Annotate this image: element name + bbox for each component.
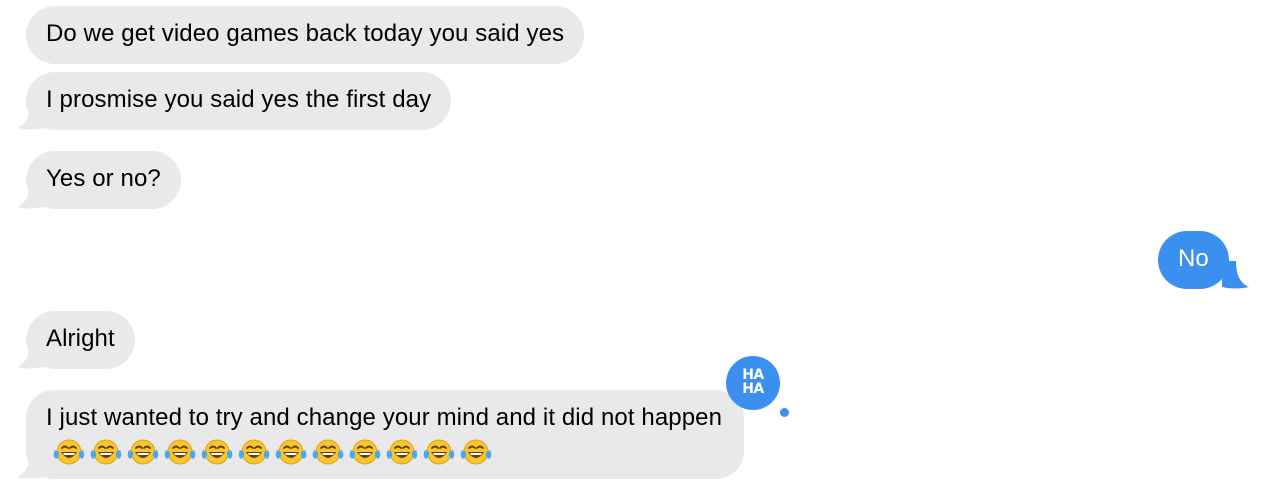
message-text: Yes or no? — [46, 165, 161, 192]
outgoing-message-bubble[interactable]: No — [1158, 231, 1229, 289]
tears-of-joy-emoji-icon — [311, 437, 345, 467]
tears-of-joy-emoji-icon — [200, 437, 234, 467]
tapback-dot — [780, 408, 789, 417]
emoji-row — [52, 437, 493, 467]
tears-of-joy-emoji-icon — [52, 437, 86, 467]
tears-of-joy-emoji-icon — [163, 437, 197, 467]
bubble-tail — [1222, 261, 1252, 289]
tears-of-joy-emoji-icon — [385, 437, 419, 467]
haha-icon[interactable]: HA HA — [726, 356, 780, 410]
message-text: Do we get video games back today you sai… — [46, 20, 565, 47]
incoming-message-bubble[interactable]: I prosmise you said yes the first day — [26, 72, 452, 130]
tears-of-joy-emoji-icon — [348, 437, 382, 467]
tears-of-joy-emoji-icon — [89, 437, 123, 467]
bubble-tail — [14, 341, 44, 369]
message-text: Alright — [46, 325, 115, 352]
message-thread: Do we get video games back today you sai… — [0, 0, 1264, 494]
tears-of-joy-emoji-icon — [422, 437, 456, 467]
message-text: No — [1178, 245, 1209, 272]
tears-of-joy-emoji-icon — [274, 437, 308, 467]
tears-of-joy-emoji-icon — [459, 437, 493, 467]
bubble-tail — [14, 102, 44, 130]
tears-of-joy-emoji-icon — [237, 437, 271, 467]
incoming-message-bubble[interactable]: I just wanted to try and change your min… — [26, 390, 744, 479]
bubble-tail — [14, 451, 44, 479]
message-text: I prosmise you said yes the first day — [46, 86, 432, 113]
incoming-message-bubble[interactable]: Do we get video games back today you sai… — [26, 6, 585, 64]
message-text: I just wanted to try and change your min… — [46, 404, 723, 431]
bubble-tail — [14, 181, 44, 209]
tears-of-joy-emoji-icon — [126, 437, 160, 467]
incoming-message-bubble[interactable]: Yes or no? — [26, 151, 181, 209]
tapback-line1: HA — [742, 367, 764, 383]
tapback-line2: HA — [742, 381, 764, 397]
